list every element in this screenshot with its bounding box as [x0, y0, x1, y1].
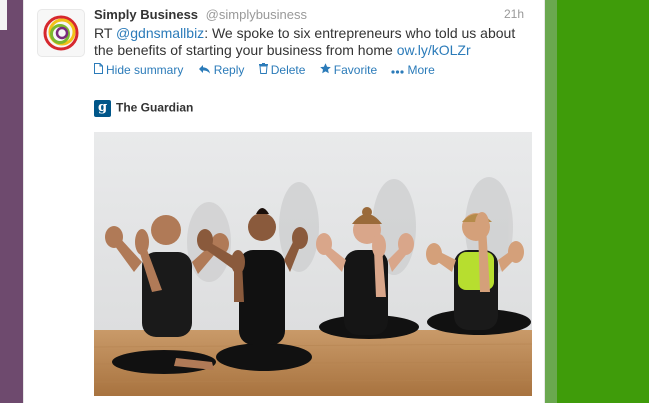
url-link[interactable]: ow.ly/kOLZr [397, 42, 471, 58]
delete-label: Delete [270, 63, 306, 77]
summary-photo[interactable] [94, 132, 532, 396]
delete-button[interactable]: Delete [258, 63, 306, 77]
right-background [557, 0, 649, 403]
hide-summary-button[interactable]: Hide summary [94, 63, 183, 77]
tweet-card[interactable]: Simply Business @simplybusiness 21h RT @… [23, 0, 545, 403]
favorite-label: Favorite [333, 63, 378, 77]
reply-button[interactable]: Reply [198, 63, 245, 77]
right-background-light [543, 0, 557, 403]
retweet-prefix: RT [94, 25, 117, 41]
yoga-group-photo [94, 132, 532, 396]
more-label: More [407, 63, 435, 77]
left-background [0, 0, 23, 403]
tweet-timestamp[interactable]: 21h [504, 7, 524, 21]
tweet-header: Simply Business @simplybusiness 21h [94, 7, 534, 25]
favorite-button[interactable]: Favorite [319, 63, 378, 77]
hide-summary-label: Hide summary [106, 63, 184, 77]
tweet-text: RT @gdnsmallbiz: We spoke to six entrepr… [94, 25, 534, 59]
reply-label: Reply [213, 63, 245, 77]
trash-icon [258, 63, 268, 77]
mention-link[interactable]: @gdnsmallbiz [116, 25, 204, 41]
tweet-actions: Hide summary Reply Delete Favorite More [94, 63, 446, 77]
star-icon [319, 63, 331, 77]
author-handle[interactable]: @simplybusiness [206, 7, 307, 22]
guardian-logo-icon: g [94, 100, 111, 117]
more-button[interactable]: More [391, 63, 435, 77]
avatar[interactable] [37, 9, 85, 57]
simply-business-logo-icon [43, 15, 79, 51]
left-panel-edge [0, 0, 7, 30]
author-name[interactable]: Simply Business [94, 7, 198, 22]
card-source[interactable]: g The Guardian [94, 100, 193, 117]
reply-arrow-icon [198, 64, 211, 77]
dots-icon [391, 65, 405, 77]
document-icon [94, 63, 103, 77]
source-name: The Guardian [116, 100, 194, 115]
